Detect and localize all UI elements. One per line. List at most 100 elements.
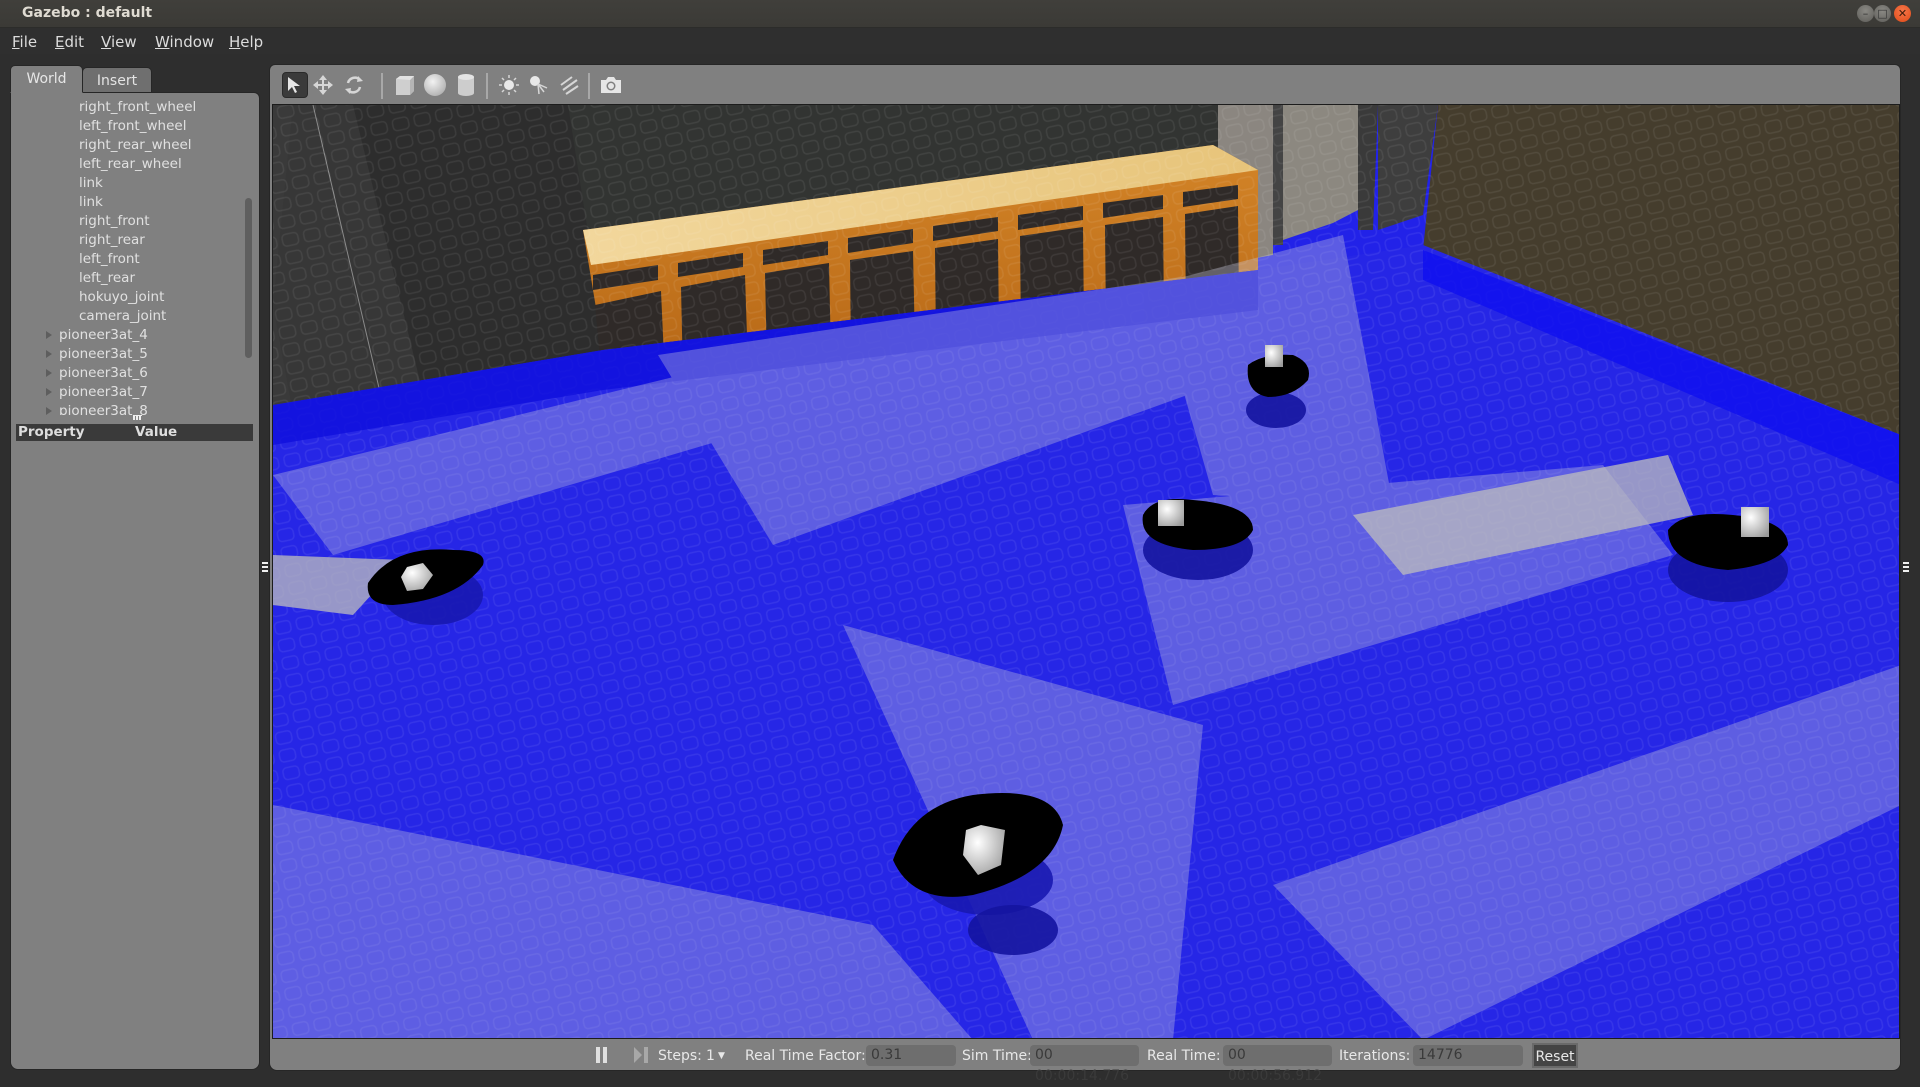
toolbar-separator <box>381 73 383 99</box>
menu-view-label: iew <box>110 33 137 51</box>
scene-render[interactable] <box>273 105 1900 1039</box>
3d-viewport[interactable] <box>272 104 1900 1039</box>
steps-label: Steps: <box>658 1048 702 1064</box>
camera-icon <box>601 77 621 93</box>
translate-mode-button[interactable] <box>310 72 336 98</box>
rtf-label: Real Time Factor: <box>745 1048 866 1064</box>
tree-item[interactable]: left_rear <box>79 270 135 289</box>
spot-light-icon <box>530 76 548 95</box>
left-splitter-handle[interactable] <box>262 562 268 572</box>
point-light-button[interactable] <box>496 72 522 98</box>
minimize-button[interactable]: – <box>1857 5 1874 22</box>
menu-help-label: elp <box>240 33 264 51</box>
steps-dropdown-icon[interactable]: ▼ <box>718 1051 725 1061</box>
expand-arrow-icon[interactable] <box>46 407 52 415</box>
move-arrows-icon <box>313 75 333 95</box>
right-splitter-handle[interactable] <box>1903 562 1909 572</box>
step-button[interactable] <box>633 1046 649 1068</box>
pause-icon <box>596 1047 607 1063</box>
tree-item[interactable]: camera_joint <box>79 308 166 327</box>
title-bar: Gazebo : default – □ ✕ <box>0 0 1920 28</box>
directional-light-button[interactable] <box>556 72 582 98</box>
menu-help[interactable]: Help <box>229 33 263 51</box>
screenshot-button[interactable] <box>598 72 624 98</box>
scene-panel: Steps: 1 ▼ Real Time Factor: 0.31 Sim Ti… <box>269 64 1901 1084</box>
close-button[interactable]: ✕ <box>1894 5 1911 22</box>
select-mode-button[interactable] <box>282 72 308 98</box>
menu-file[interactable]: File <box>12 33 37 51</box>
camera-cube <box>1158 500 1184 526</box>
close-icon: ✕ <box>1897 7 1908 20</box>
menu-file-mnemonic: F <box>12 33 20 51</box>
robot-pioneer3at-center[interactable] <box>1142 499 1253 580</box>
steps-value[interactable]: 1 <box>706 1048 715 1064</box>
tree-item[interactable]: right_front <box>79 213 150 232</box>
tree-item[interactable]: right_rear_wheel <box>79 137 192 156</box>
directional-light-icon <box>560 76 579 95</box>
world-panel: right_front_wheel left_front_wheel right… <box>10 92 260 1070</box>
tree-item[interactable]: left_front_wheel <box>79 118 186 137</box>
property-table-header: Property Value <box>16 424 253 441</box>
toolbar-separator <box>486 73 488 99</box>
tree-item[interactable]: left_front <box>79 251 140 270</box>
real-time-value: 00 00:00:56.912 <box>1223 1045 1332 1084</box>
expand-arrow-icon[interactable] <box>46 331 52 339</box>
pause-button[interactable] <box>595 1046 609 1068</box>
tree-model-item[interactable]: pioneer3at_7 <box>46 384 148 403</box>
tree-item[interactable]: left_rear_wheel <box>79 156 182 175</box>
menu-window-mnemonic: W <box>155 33 170 51</box>
tree-model-label: pioneer3at_5 <box>59 346 148 362</box>
window-title: Gazebo : default <box>22 5 153 21</box>
tree-item[interactable]: link <box>79 175 103 194</box>
menu-file-label: ile <box>19 33 38 51</box>
step-forward-icon <box>634 1047 648 1063</box>
tree-model-label: pioneer3at_7 <box>59 384 148 400</box>
maximize-icon: □ <box>1877 7 1888 20</box>
tree-model-item[interactable]: pioneer3at_8 <box>46 403 148 415</box>
property-column-header[interactable]: Property <box>18 424 85 440</box>
tab-world[interactable]: World <box>10 65 83 93</box>
camera-cube <box>1741 507 1769 537</box>
rtf-value: 0.31 <box>866 1045 956 1066</box>
box-button[interactable] <box>392 72 418 98</box>
tree-model-item[interactable]: pioneer3at_5 <box>46 346 148 365</box>
tree-item[interactable]: link <box>79 194 103 213</box>
rotate-icon <box>345 76 363 94</box>
tree-model-label: pioneer3at_4 <box>59 327 148 343</box>
scene-toolbar <box>270 65 1900 103</box>
tab-insert[interactable]: Insert <box>82 67 152 93</box>
tree-item[interactable]: right_rear <box>79 232 145 251</box>
menu-edit[interactable]: Edit <box>55 33 84 51</box>
point-light-icon <box>499 75 519 95</box>
value-column-header[interactable]: Value <box>135 424 177 440</box>
expand-arrow-icon[interactable] <box>46 369 52 377</box>
spot-light-button[interactable] <box>526 72 552 98</box>
real-time-label: Real Time: <box>1147 1048 1221 1064</box>
expand-arrow-icon[interactable] <box>46 350 52 358</box>
tree-model-label: pioneer3at_8 <box>59 403 148 415</box>
iterations-label: Iterations: <box>1339 1048 1411 1064</box>
tree-model-item[interactable]: pioneer3at_6 <box>46 365 148 384</box>
tree-model-item[interactable]: pioneer3at_4 <box>46 327 148 346</box>
sphere-button[interactable] <box>422 72 448 98</box>
model-tree: right_front_wheel left_front_wheel right… <box>11 99 246 415</box>
menu-view-mnemonic: V <box>101 33 111 51</box>
rotate-mode-button[interactable] <box>341 72 367 98</box>
tree-item[interactable]: right_front_wheel <box>79 99 196 118</box>
tree-item[interactable]: hokuyo_joint <box>79 289 164 308</box>
maximize-button[interactable]: □ <box>1874 5 1891 22</box>
menu-window[interactable]: Window <box>155 33 214 51</box>
menu-window-label: indow <box>169 33 215 51</box>
cylinder-button[interactable] <box>453 72 479 98</box>
minimize-icon: – <box>1862 7 1869 20</box>
menu-help-mnemonic: H <box>229 33 241 51</box>
panel-splitter-handle[interactable] <box>133 415 142 420</box>
reset-button[interactable]: Reset <box>1532 1043 1578 1068</box>
cylinder-icon <box>458 74 474 96</box>
sim-time-label: Sim Time: <box>962 1048 1032 1064</box>
status-bar: Steps: 1 ▼ Real Time Factor: 0.31 Sim Ti… <box>270 1041 1900 1084</box>
tree-scrollbar[interactable] <box>245 198 252 358</box>
menu-view[interactable]: View <box>101 33 137 51</box>
sphere-icon <box>424 74 446 96</box>
expand-arrow-icon[interactable] <box>46 388 52 396</box>
